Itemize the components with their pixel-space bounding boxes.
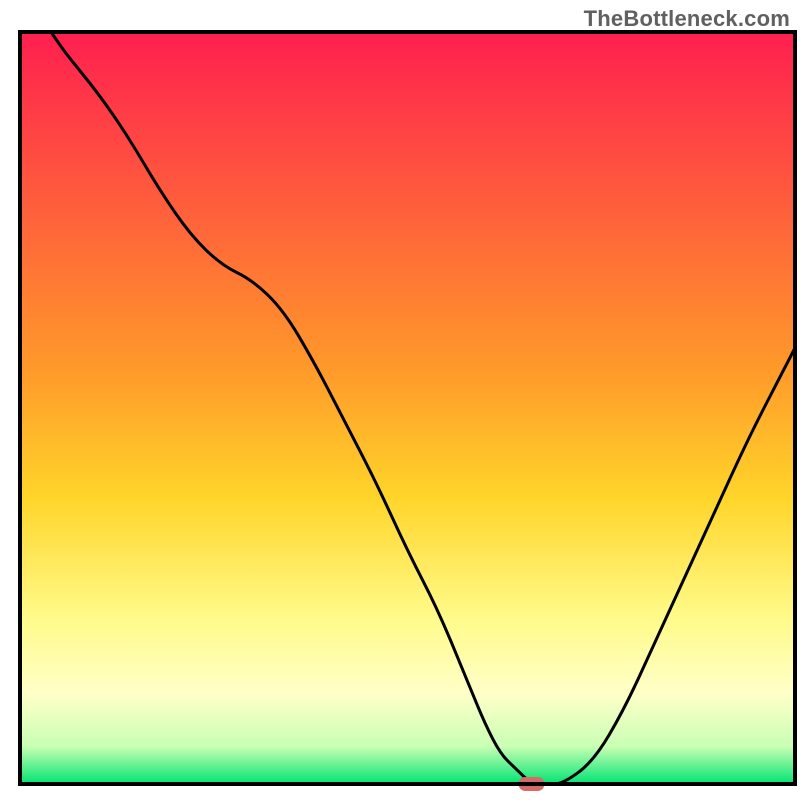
chart-background xyxy=(20,32,795,784)
bottleneck-chart xyxy=(0,0,800,800)
chart-container: TheBottleneck.com xyxy=(0,0,800,800)
